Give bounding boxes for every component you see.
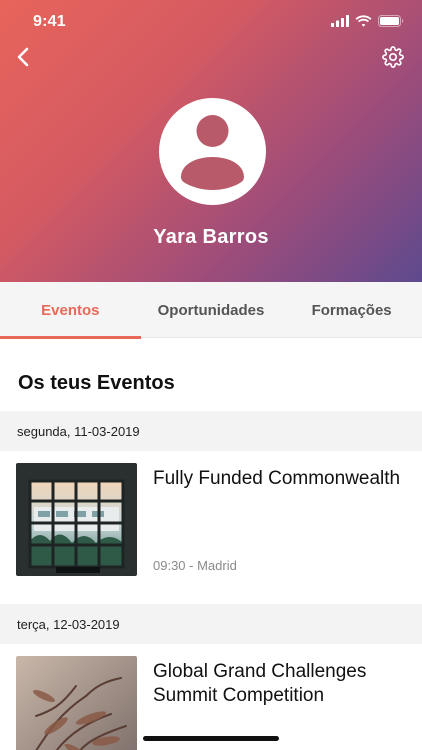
battery-icon <box>378 15 404 27</box>
tab-eventos[interactable]: Eventos <box>0 282 141 339</box>
date-header: terça, 12-03-2019 <box>0 604 422 644</box>
settings-button[interactable] <box>380 45 406 73</box>
profile-header: 9:41 Yara Barros <box>0 0 422 282</box>
chevron-left-icon <box>16 47 30 72</box>
tab-oportunidades[interactable]: Oportunidades <box>141 282 282 338</box>
person-silhouette-icon <box>159 98 266 205</box>
cellular-signal-icon <box>331 15 349 27</box>
avatar[interactable] <box>159 98 266 205</box>
section-title: Os teus Eventos <box>18 372 175 394</box>
status-time: 9:41 <box>33 13 66 30</box>
gear-icon <box>382 45 404 73</box>
date-header: segunda, 11-03-2019 <box>0 411 422 451</box>
event-time-location: 09:30 - Madrid <box>153 558 237 573</box>
status-icons <box>331 15 404 27</box>
event-card[interactable]: Fully Funded Commonwealth 09:30 - Madrid <box>0 451 422 604</box>
home-indicator <box>143 736 279 741</box>
event-title: Global Grand Challenges Summit Competiti… <box>153 661 367 706</box>
profile-screen: 9:41 Yara Barros Eventos Oportunidades F… <box>0 0 422 750</box>
back-button[interactable] <box>10 46 36 72</box>
tab-bar: Eventos Oportunidades Formações <box>0 282 422 339</box>
wifi-icon <box>355 15 372 27</box>
event-thumbnail <box>16 656 137 750</box>
event-thumbnail <box>16 463 137 576</box>
tab-formacoes[interactable]: Formações <box>281 282 422 338</box>
event-title: Fully Funded Commonwealth <box>153 468 401 489</box>
event-card[interactable]: Global Grand Challenges Summit Competiti… <box>0 644 422 750</box>
profile-name: Yara Barros <box>153 226 269 248</box>
status-bar: 9:41 <box>0 0 422 44</box>
